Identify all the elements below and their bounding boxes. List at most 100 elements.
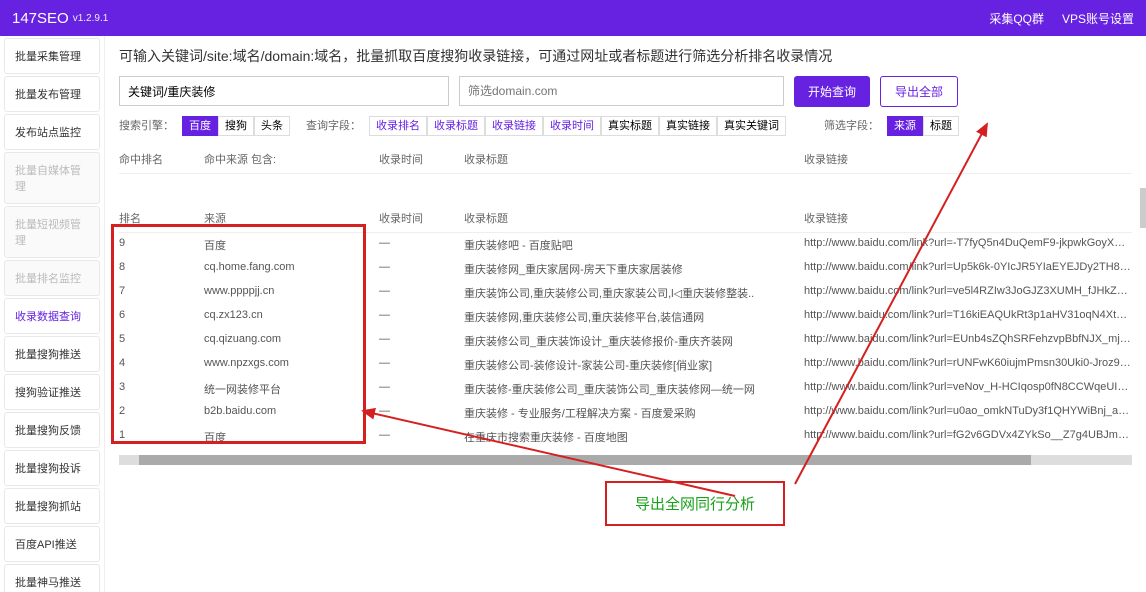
cell-rank: 9: [119, 237, 204, 253]
query-field-tag-1[interactable]: 收录标题: [427, 116, 485, 136]
th2-link: 收录链接: [804, 210, 1132, 226]
th-rank: 命中排名: [119, 151, 204, 167]
sidebar-item-12[interactable]: 百度API推送: [4, 526, 100, 562]
header-link-qq[interactable]: 采集QQ群: [989, 10, 1044, 27]
cell-rank: 3: [119, 381, 204, 397]
hscroll-track[interactable]: [119, 455, 1132, 465]
sidebar-item-10[interactable]: 批量搜狗投诉: [4, 450, 100, 486]
filter-field-tag-1[interactable]: 标题: [923, 116, 959, 136]
cell-title: 重庆装修公司-装修设计-家装公司-重庆装修[俏业家]: [464, 357, 804, 373]
query-field-tag-0[interactable]: 收录排名: [369, 116, 427, 136]
cell-source: 百度: [204, 237, 379, 253]
sidebar-item-0[interactable]: 批量采集管理: [4, 38, 100, 74]
query-field-tag-5[interactable]: 真实链接: [659, 116, 717, 136]
cell-title: 在重庆市搜索重庆装修 - 百度地图: [464, 429, 804, 445]
th-link: 收录链接: [804, 151, 1132, 167]
cell-link: http://www.baidu.com/link?url=-T7fyQ5n4D…: [804, 237, 1132, 253]
cell-time: —: [379, 429, 464, 445]
sidebar-item-13[interactable]: 批量神马推送: [4, 564, 100, 592]
cell-title: 重庆装修-重庆装修公司_重庆装饰公司_重庆装修网—统一网: [464, 381, 804, 397]
app-version: v1.2.9.1: [73, 13, 109, 24]
table-row[interactable]: 3统一网装修平台—重庆装修-重庆装修公司_重庆装饰公司_重庆装修网—统一网htt…: [119, 377, 1132, 401]
cell-rank: 1: [119, 429, 204, 445]
th-title: 收录标题: [464, 151, 804, 167]
start-query-button[interactable]: 开始查询: [794, 76, 870, 107]
cell-title: 重庆装修网_重庆家居网-房天下重庆家居装修: [464, 261, 804, 277]
cell-time: —: [379, 357, 464, 373]
sidebar-item-7[interactable]: 批量搜狗推送: [4, 336, 100, 372]
cell-link: http://www.baidu.com/link?url=EUnb4sZQhS…: [804, 333, 1132, 349]
cell-source: cq.zx123.cn: [204, 309, 379, 325]
hscroll-thumb[interactable]: [139, 455, 1030, 465]
table-row[interactable]: 6cq.zx123.cn—重庆装修网,重庆装修公司,重庆装修平台,装信通网htt…: [119, 305, 1132, 329]
table-row[interactable]: 9百度—重庆装修吧 - 百度贴吧http://www.baidu.com/lin…: [119, 233, 1132, 257]
table-row[interactable]: 1百度—在重庆市搜索重庆装修 - 百度地图http://www.baidu.co…: [119, 425, 1132, 449]
query-field-tag-2[interactable]: 收录链接: [485, 116, 543, 136]
cell-time: —: [379, 237, 464, 253]
sidebar-item-6[interactable]: 收录数据查询: [4, 298, 100, 334]
query-field-tag-4[interactable]: 真实标题: [601, 116, 659, 136]
cell-title: 重庆装修 - 专业服务/工程解决方案 - 百度爱采购: [464, 405, 804, 421]
sidebar-item-2[interactable]: 发布站点监控: [4, 114, 100, 150]
vscroll-indicator[interactable]: [1140, 188, 1146, 228]
cell-rank: 4: [119, 357, 204, 373]
sidebar-item-1[interactable]: 批量发布管理: [4, 76, 100, 112]
th2-rank: 排名: [119, 210, 204, 226]
table-row[interactable]: 8cq.home.fang.com—重庆装修网_重庆家居网-房天下重庆家居装修h…: [119, 257, 1132, 281]
table-row[interactable]: 5cq.qizuang.com—重庆装修公司_重庆装饰设计_重庆装修报价-重庆齐…: [119, 329, 1132, 353]
cell-source: cq.home.fang.com: [204, 261, 379, 277]
filter-field-label: 筛选字段：: [824, 117, 879, 133]
cell-time: —: [379, 261, 464, 277]
sidebar-item-4[interactable]: 批量短视频管理: [4, 206, 100, 258]
engine-tag-2[interactable]: 头条: [254, 116, 290, 136]
export-all-button[interactable]: 导出全部: [880, 76, 958, 107]
filter-field-tag-0[interactable]: 来源: [887, 116, 923, 136]
cell-title: 重庆装饰公司,重庆装修公司,重庆家装公司,l◁重庆装修整装..: [464, 285, 804, 301]
table-row[interactable]: 7www.ppppjj.cn—重庆装饰公司,重庆装修公司,重庆家装公司,l◁重庆…: [119, 281, 1132, 305]
cell-link: http://www.baidu.com/link?url=u0ao_omkNT…: [804, 405, 1132, 421]
cell-link: http://www.baidu.com/link?url=rUNFwK60iu…: [804, 357, 1132, 373]
th2-source: 来源: [204, 210, 379, 226]
sidebar-item-8[interactable]: 搜狗验证推送: [4, 374, 100, 410]
cell-source: www.ppppjj.cn: [204, 285, 379, 301]
sidebar-item-5[interactable]: 批量排名监控: [4, 260, 100, 296]
engine-label: 搜索引擎：: [119, 117, 174, 133]
cell-link: http://www.baidu.com/link?url=fG2v6GDVx4…: [804, 429, 1132, 445]
cell-rank: 8: [119, 261, 204, 277]
keyword-input[interactable]: [119, 76, 449, 106]
cell-link: http://www.baidu.com/link?url=T16kiEAQUk…: [804, 309, 1132, 325]
filter-domain-input[interactable]: [459, 76, 784, 106]
th-time: 收录时间: [379, 151, 464, 167]
page-description: 可输入关键词/site:域名/domain:域名，批量抓取百度搜狗收录链接，可通…: [119, 46, 1132, 66]
cell-link: http://www.baidu.com/link?url=ve5l4RZIw3…: [804, 285, 1132, 301]
cell-source: 统一网装修平台: [204, 381, 379, 397]
cell-source: cq.qizuang.com: [204, 333, 379, 349]
sidebar-item-9[interactable]: 批量搜狗反馈: [4, 412, 100, 448]
cell-time: —: [379, 405, 464, 421]
sidebar-item-3[interactable]: 批量自媒体管理: [4, 152, 100, 204]
table-row[interactable]: 4www.npzxgs.com—重庆装修公司-装修设计-家装公司-重庆装修[俏业…: [119, 353, 1132, 377]
sidebar-item-11[interactable]: 批量搜狗抓站: [4, 488, 100, 524]
query-field-tag-6[interactable]: 真实关键词: [717, 116, 786, 136]
header-link-vps[interactable]: VPS账号设置: [1062, 10, 1134, 27]
cell-link: http://www.baidu.com/link?url=Up5k6k-0YI…: [804, 261, 1132, 277]
cell-link: http://www.baidu.com/link?url=veNov_H-HC…: [804, 381, 1132, 397]
cell-rank: 7: [119, 285, 204, 301]
cell-time: —: [379, 285, 464, 301]
cell-rank: 2: [119, 405, 204, 421]
cell-time: —: [379, 309, 464, 325]
cell-rank: 6: [119, 309, 204, 325]
cell-title: 重庆装修网,重庆装修公司,重庆装修平台,装信通网: [464, 309, 804, 325]
engine-tag-1[interactable]: 搜狗: [218, 116, 254, 136]
th2-title: 收录标题: [464, 210, 804, 226]
cell-rank: 5: [119, 333, 204, 349]
query-field-label: 查询字段：: [306, 117, 361, 133]
query-field-tag-3[interactable]: 收录时间: [543, 116, 601, 136]
cell-title: 重庆装修吧 - 百度贴吧: [464, 237, 804, 253]
table-row[interactable]: 2b2b.baidu.com—重庆装修 - 专业服务/工程解决方案 - 百度爱采…: [119, 401, 1132, 425]
content-area: 可输入关键词/site:域名/domain:域名，批量抓取百度搜狗收录链接，可通…: [105, 36, 1146, 592]
cell-time: —: [379, 333, 464, 349]
engine-tag-0[interactable]: 百度: [182, 116, 218, 136]
sidebar: 批量采集管理批量发布管理发布站点监控批量自媒体管理批量短视频管理批量排名监控收录…: [0, 36, 105, 592]
annotation-export-label: 导出全网同行分析: [605, 481, 785, 526]
